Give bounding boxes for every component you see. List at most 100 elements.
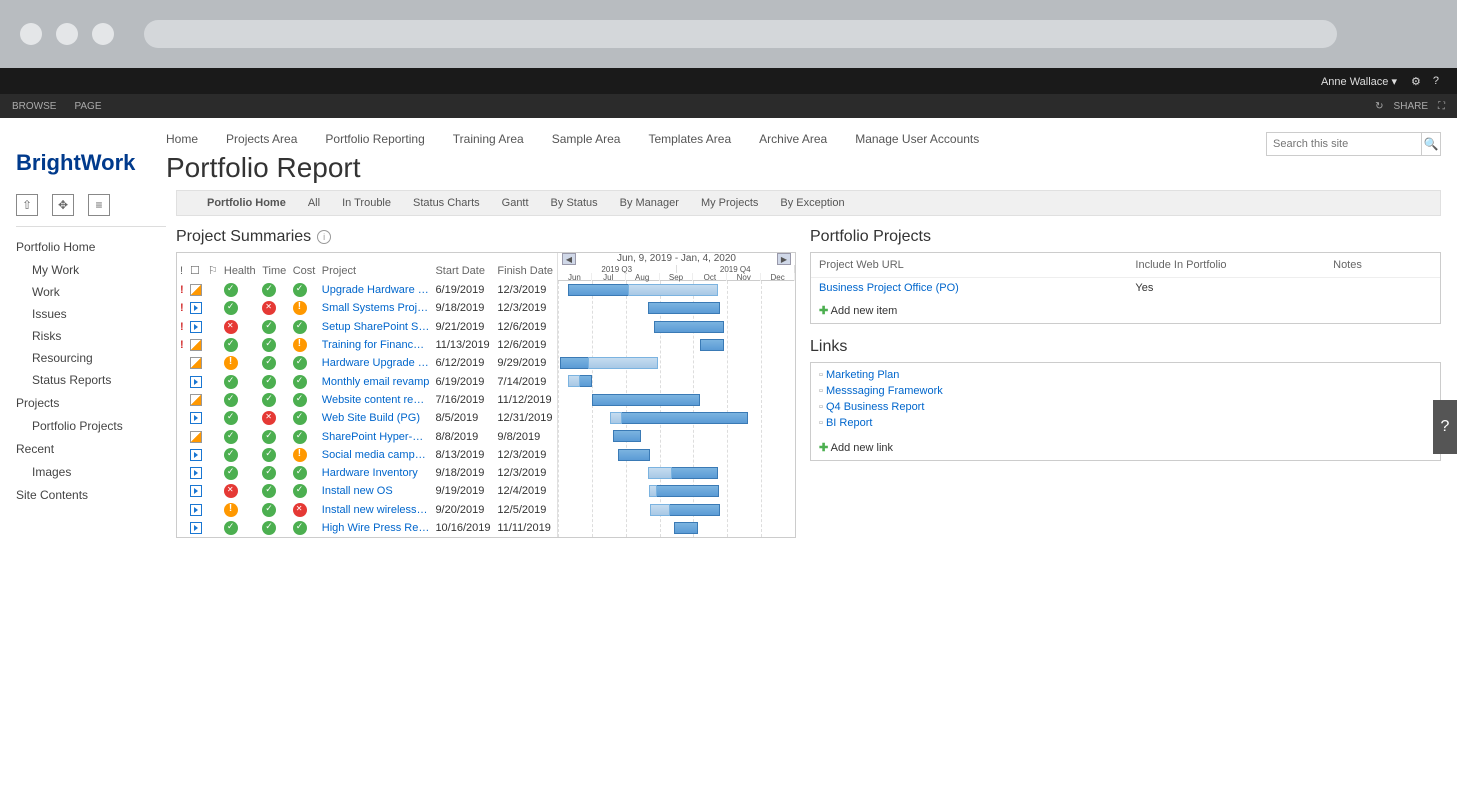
sidenav-grp[interactable]: Projects xyxy=(16,391,166,415)
project-url-link[interactable]: Business Project Office (PO) xyxy=(819,282,1135,294)
table-row[interactable]: Web Site Build (PG)8/5/201912/31/2019 xyxy=(177,409,557,427)
tab-item[interactable]: In Trouble xyxy=(342,195,391,211)
window-dot[interactable] xyxy=(56,23,78,45)
project-name[interactable]: SharePoint Hyper-V De... xyxy=(319,427,433,445)
tab-item[interactable]: By Exception xyxy=(780,195,844,211)
add-new-link[interactable]: ✚ Add new link xyxy=(811,435,1440,460)
project-name[interactable]: Training for Finance De... xyxy=(319,336,433,354)
topnav-item[interactable]: Portfolio Reporting xyxy=(325,132,424,146)
col-cost[interactable]: Cost xyxy=(290,253,319,281)
tab-item[interactable]: Gantt xyxy=(502,195,529,211)
link-item[interactable]: BI Report xyxy=(811,415,1440,431)
tab-item[interactable]: Portfolio Home xyxy=(207,195,286,211)
project-name[interactable]: Small Systems Projects xyxy=(319,299,433,317)
gantt-next-icon[interactable]: ▶ xyxy=(777,253,791,265)
sidenav-grp[interactable]: Recent xyxy=(16,437,166,461)
list-icon[interactable]: ≡ xyxy=(88,194,110,216)
address-bar[interactable] xyxy=(144,20,1337,48)
gantt-bar[interactable] xyxy=(654,321,724,333)
project-name[interactable]: Setup SharePoint Serve... xyxy=(319,318,433,336)
sidenav-itm[interactable]: Risks xyxy=(16,325,166,347)
table-row[interactable]: Install new wireless net...9/20/201912/5… xyxy=(177,501,557,519)
project-name[interactable]: Install new wireless net... xyxy=(319,501,433,519)
window-dot[interactable] xyxy=(92,23,114,45)
project-name[interactable]: Social media campaign xyxy=(319,446,433,464)
table-row[interactable]: Website content review7/16/201911/12/201… xyxy=(177,391,557,409)
search-input[interactable] xyxy=(1267,133,1421,155)
info-icon[interactable]: i xyxy=(317,230,331,244)
add-new-item[interactable]: ✚ Add new item xyxy=(811,298,1440,323)
table-row[interactable]: Monthly email revamp6/19/20197/14/2019 xyxy=(177,372,557,390)
sidenav-itm[interactable]: Issues xyxy=(16,303,166,325)
logo[interactable]: BrightWork xyxy=(16,132,166,176)
table-row[interactable]: Install new OS9/19/201912/4/2019 xyxy=(177,482,557,500)
sidenav-grp[interactable]: Portfolio Home xyxy=(16,235,166,259)
tab-item[interactable]: By Manager xyxy=(620,195,679,211)
col-start[interactable]: Start Date xyxy=(432,253,494,281)
col-type[interactable]: ⚐ xyxy=(205,253,221,281)
sidenav-itm[interactable]: Status Reports xyxy=(16,369,166,391)
gantt-bar[interactable] xyxy=(613,430,641,442)
project-name[interactable]: Hardware Inventory xyxy=(319,464,433,482)
user-menu[interactable]: Anne Wallace ▾ xyxy=(1313,75,1405,88)
topnav-item[interactable]: Templates Area xyxy=(648,132,731,146)
sidenav-itm[interactable]: My Work xyxy=(16,259,166,281)
link-item[interactable]: Q4 Business Report xyxy=(811,399,1440,415)
move-icon[interactable]: ✥ xyxy=(52,194,74,216)
project-name[interactable]: Website content review xyxy=(319,391,433,409)
col-finish[interactable]: Finish Date xyxy=(494,253,557,281)
topnav-item[interactable]: Archive Area xyxy=(759,132,827,146)
tab-item[interactable]: By Status xyxy=(551,195,598,211)
ribbon-page[interactable]: PAGE xyxy=(74,101,101,112)
table-row[interactable]: !Upgrade Hardware for...6/19/201912/3/20… xyxy=(177,281,557,299)
topnav-item[interactable]: Training Area xyxy=(453,132,524,146)
sidenav-itm[interactable]: Portfolio Projects xyxy=(16,415,166,437)
project-name[interactable]: Monthly email revamp xyxy=(319,372,433,390)
gantt-bar[interactable] xyxy=(648,302,720,314)
search-icon[interactable]: 🔍 xyxy=(1421,133,1440,155)
topnav-item[interactable]: Home xyxy=(166,132,198,146)
upload-icon[interactable]: ⇧ xyxy=(16,194,38,216)
window-dot[interactable] xyxy=(20,23,42,45)
project-name[interactable]: Upgrade Hardware for... xyxy=(319,281,433,299)
gantt-bar[interactable] xyxy=(592,394,700,406)
gantt-bar[interactable] xyxy=(649,485,719,497)
project-name[interactable]: Install new OS xyxy=(319,482,433,500)
col-time[interactable]: Time xyxy=(259,253,289,281)
col-include[interactable]: Include In Portfolio xyxy=(1135,259,1333,271)
sync-icon[interactable]: ↻ xyxy=(1375,101,1383,112)
gantt-bar[interactable] xyxy=(700,339,724,351)
project-name[interactable]: Web Site Build (PG) xyxy=(319,409,433,427)
col-checkbox[interactable]: ☐ xyxy=(187,253,205,281)
table-row[interactable]: !Setup SharePoint Serve...9/21/201912/6/… xyxy=(177,318,557,336)
col-notes[interactable]: Notes xyxy=(1333,259,1432,271)
table-row[interactable]: Hardware Upgrade Glo...6/12/20199/29/201… xyxy=(177,354,557,372)
sidenav-grp[interactable]: Site Contents xyxy=(16,483,166,507)
topnav-item[interactable]: Manage User Accounts xyxy=(855,132,979,146)
col-health[interactable]: Health xyxy=(221,253,259,281)
table-row[interactable]: Social media campaign8/13/201912/3/2019 xyxy=(177,446,557,464)
help-side-tab[interactable]: ? xyxy=(1433,400,1457,454)
tab-item[interactable]: My Projects xyxy=(701,195,758,211)
gear-icon[interactable]: ⚙ xyxy=(1405,75,1427,88)
table-row[interactable]: SharePoint Hyper-V De...8/8/20199/8/2019 xyxy=(177,427,557,445)
focus-icon[interactable]: ⛶ xyxy=(1438,101,1445,112)
gantt-bar[interactable] xyxy=(674,522,698,534)
project-name[interactable]: Hardware Upgrade Glo... xyxy=(319,354,433,372)
table-row[interactable]: High Wire Press Releas...10/16/201911/11… xyxy=(177,519,557,537)
tab-item[interactable]: All xyxy=(308,195,320,211)
topnav-item[interactable]: Sample Area xyxy=(552,132,621,146)
link-item[interactable]: Messsaging Framework xyxy=(811,383,1440,399)
project-name[interactable]: High Wire Press Releas... xyxy=(319,519,433,537)
sidenav-itm[interactable]: Images xyxy=(16,461,166,483)
col-project-url[interactable]: Project Web URL xyxy=(819,259,1135,271)
table-row[interactable]: !Training for Finance De...11/13/201912/… xyxy=(177,336,557,354)
ribbon-browse[interactable]: BROWSE xyxy=(12,101,56,112)
gantt-bar[interactable] xyxy=(610,412,748,424)
col-project[interactable]: Project xyxy=(319,253,433,281)
link-item[interactable]: Marketing Plan xyxy=(811,367,1440,383)
gantt-bar[interactable] xyxy=(618,449,650,461)
topnav-item[interactable]: Projects Area xyxy=(226,132,297,146)
sidenav-itm[interactable]: Resourcing xyxy=(16,347,166,369)
help-icon[interactable]: ? xyxy=(1427,75,1445,87)
